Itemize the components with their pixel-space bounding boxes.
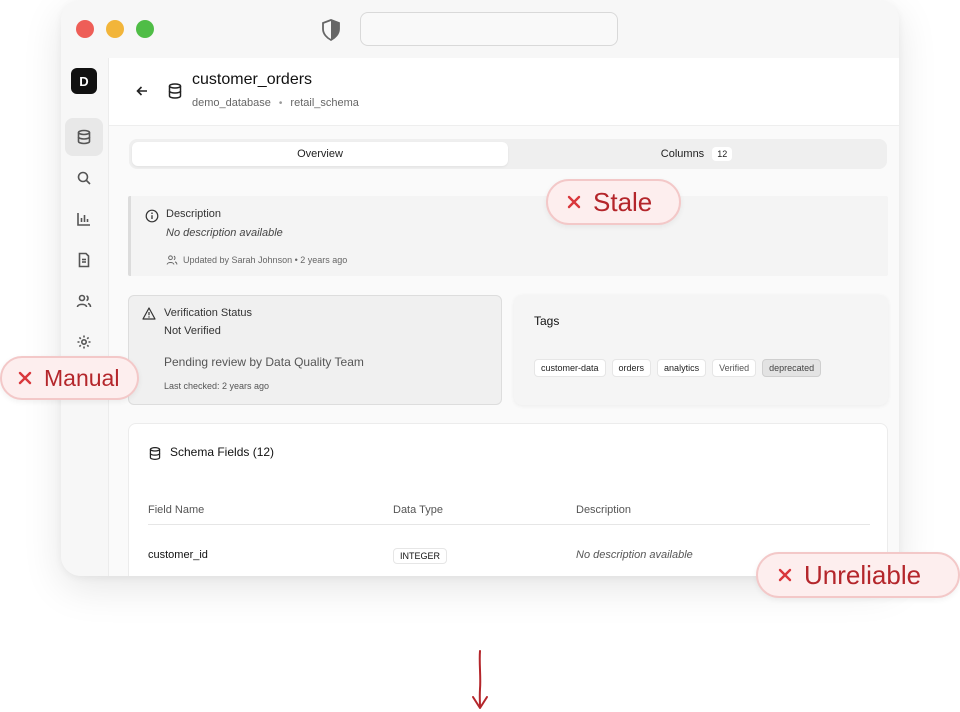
field-name-cell: customer_id <box>148 549 208 561</box>
sidebar-item-users[interactable] <box>65 282 103 320</box>
verification-card: Verification Status Not Verified Pending… <box>128 295 502 405</box>
users-icon <box>166 255 178 265</box>
breadcrumb-separator: • <box>278 97 283 109</box>
title-bar <box>61 0 899 58</box>
database-icon <box>149 447 161 460</box>
unreliable-badge-label: Unreliable <box>804 559 922 590</box>
shield-icon <box>322 19 340 41</box>
warning-icon <box>142 307 156 320</box>
pending-review-text: Pending review by Data Quality Team <box>164 355 364 369</box>
tab-bar: Overview Columns 12 <box>129 139 887 169</box>
updated-by-text: Updated by Sarah Johnson • 2 years ago <box>183 255 348 265</box>
manual-badge: Manual <box>0 356 139 400</box>
sidebar-item-documents[interactable] <box>65 241 103 279</box>
x-icon <box>567 195 581 209</box>
close-window-button[interactable] <box>76 20 94 38</box>
last-checked-text: Last checked: 2 years ago <box>164 381 270 391</box>
sidebar-item-databases[interactable] <box>65 118 103 156</box>
header-divider <box>148 524 870 525</box>
breadcrumb-database[interactable]: demo_database <box>192 97 271 109</box>
tag-deprecated[interactable]: deprecated <box>762 359 822 377</box>
x-icon <box>18 371 32 385</box>
schema-fields-title: Schema Fields (12) <box>170 445 275 459</box>
tag-verified[interactable]: Verified <box>712 359 757 377</box>
description-card: Description No description available Upd… <box>128 196 888 276</box>
chart-icon <box>77 213 90 226</box>
down-arrow-icon <box>472 650 488 709</box>
table-icon <box>168 83 182 99</box>
tag-orders[interactable]: orders <box>611 359 652 377</box>
users-icon <box>76 294 92 308</box>
description-text: No description available <box>166 227 283 239</box>
tag-list: customer-data orders analytics Verified … <box>534 359 822 377</box>
stale-badge-label: Stale <box>593 186 653 217</box>
tab-columns-label: Columns <box>660 148 705 160</box>
app-window: D customer_orders demo_database • retail… <box>61 0 899 576</box>
search-icon <box>77 171 91 185</box>
page-header: customer_orders demo_database • retail_s… <box>109 58 899 126</box>
back-arrow-icon[interactable] <box>134 83 150 99</box>
sidebar-item-analytics[interactable] <box>65 200 103 238</box>
x-icon <box>778 568 792 582</box>
stale-badge: Stale <box>546 179 681 225</box>
data-type-badge: INTEGER <box>393 548 448 564</box>
tab-overview[interactable]: Overview <box>132 142 508 166</box>
manual-badge-label: Manual <box>44 364 120 391</box>
minimize-window-button[interactable] <box>106 20 124 38</box>
description-label: Description <box>166 208 222 220</box>
tags-card: Tags customer-data orders analytics Veri… <box>514 295 888 405</box>
sidebar: D <box>61 58 109 576</box>
verification-status-value: Not Verified <box>164 325 221 337</box>
column-header-data-type: Data Type <box>393 504 443 516</box>
field-description-cell: No description available <box>576 549 693 561</box>
document-icon <box>78 252 90 268</box>
maximize-window-button[interactable] <box>136 20 154 38</box>
sidebar-item-search[interactable] <box>65 159 103 197</box>
tag-analytics[interactable]: analytics <box>657 359 707 377</box>
breadcrumb: demo_database • retail_schema <box>192 97 359 109</box>
app-logo: D <box>71 68 97 94</box>
tag-customer-data[interactable]: customer-data <box>534 359 606 377</box>
main-content: customer_orders demo_database • retail_s… <box>109 58 899 576</box>
gear-icon <box>77 335 91 349</box>
column-header-field-name: Field Name <box>148 504 205 516</box>
breadcrumb-schema[interactable]: retail_schema <box>290 97 358 109</box>
columns-count-badge: 12 <box>712 147 733 161</box>
tab-overview-label: Overview <box>297 148 343 160</box>
verification-label: Verification Status <box>164 307 253 319</box>
unreliable-badge: Unreliable <box>756 552 960 598</box>
database-icon <box>77 129 91 145</box>
column-header-description: Description <box>576 504 632 516</box>
info-icon <box>145 209 159 223</box>
tags-title: Tags <box>534 314 560 328</box>
page-title: customer_orders <box>192 71 313 88</box>
address-bar[interactable] <box>360 12 618 46</box>
tab-columns[interactable]: Columns 12 <box>509 142 884 166</box>
